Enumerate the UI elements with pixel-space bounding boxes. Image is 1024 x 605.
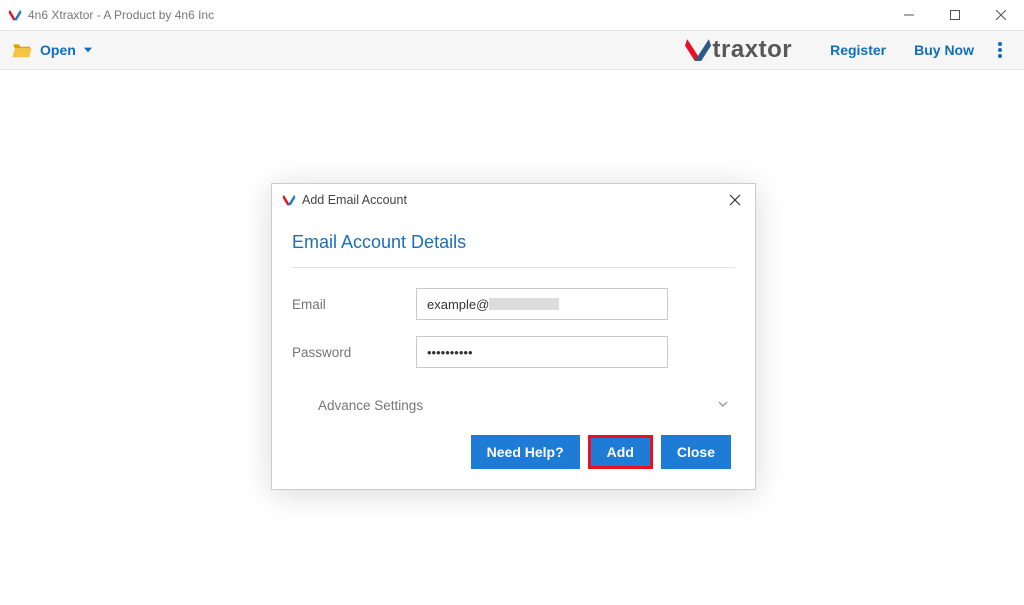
password-row: Password [292,336,735,368]
folder-open-icon [12,42,32,58]
email-label: Email [292,297,416,312]
register-link[interactable]: Register [830,42,886,58]
more-vertical-icon [998,42,1002,58]
close-button[interactable]: Close [661,435,731,469]
dialog-body: Email Account Details Email example@ Pas… [272,216,755,489]
redacted-text [489,298,559,310]
dialog-title: Add Email Account [302,193,725,207]
chevron-down-icon [717,398,729,413]
need-help-button[interactable]: Need Help? [471,435,580,469]
open-menu-button[interactable]: Open [12,42,92,58]
email-value-text: example@ [427,297,489,312]
maximize-button[interactable] [932,0,978,30]
minimize-button[interactable] [886,0,932,30]
caret-down-icon [84,47,92,53]
app-logo-icon [282,193,296,207]
content-area: Add Email Account Email Account Details … [0,70,1024,605]
email-row: Email example@ [292,288,735,320]
advance-settings-toggle[interactable]: Advance Settings [292,384,735,423]
brand-name: traxtor [713,36,793,64]
app-logo-icon [8,8,22,22]
add-email-account-dialog: Add Email Account Email Account Details … [271,183,756,490]
email-field[interactable]: example@ [416,288,668,320]
open-label: Open [40,42,76,58]
more-menu-button[interactable] [988,38,1012,62]
password-field[interactable] [416,336,668,368]
password-label: Password [292,345,416,360]
buy-now-link[interactable]: Buy Now [914,42,974,58]
brand-logo: traxtor [685,36,793,64]
close-icon [729,194,741,206]
window-titlebar: 4n6 Xtraxtor - A Product by 4n6 Inc [0,0,1024,30]
dialog-close-button[interactable] [725,190,745,210]
window-title: 4n6 Xtraxtor - A Product by 4n6 Inc [28,8,886,22]
brand-x-icon [685,37,711,63]
dialog-titlebar: Add Email Account [272,184,755,216]
window-controls [886,0,1024,30]
add-button[interactable]: Add [591,438,650,466]
advance-settings-label: Advance Settings [318,398,423,413]
dialog-button-row: Need Help? Add Close [292,423,735,471]
add-button-highlight: Add [588,435,653,469]
dialog-heading: Email Account Details [292,232,735,268]
main-toolbar: Open traxtor Register Buy Now [0,30,1024,70]
close-window-button[interactable] [978,0,1024,30]
